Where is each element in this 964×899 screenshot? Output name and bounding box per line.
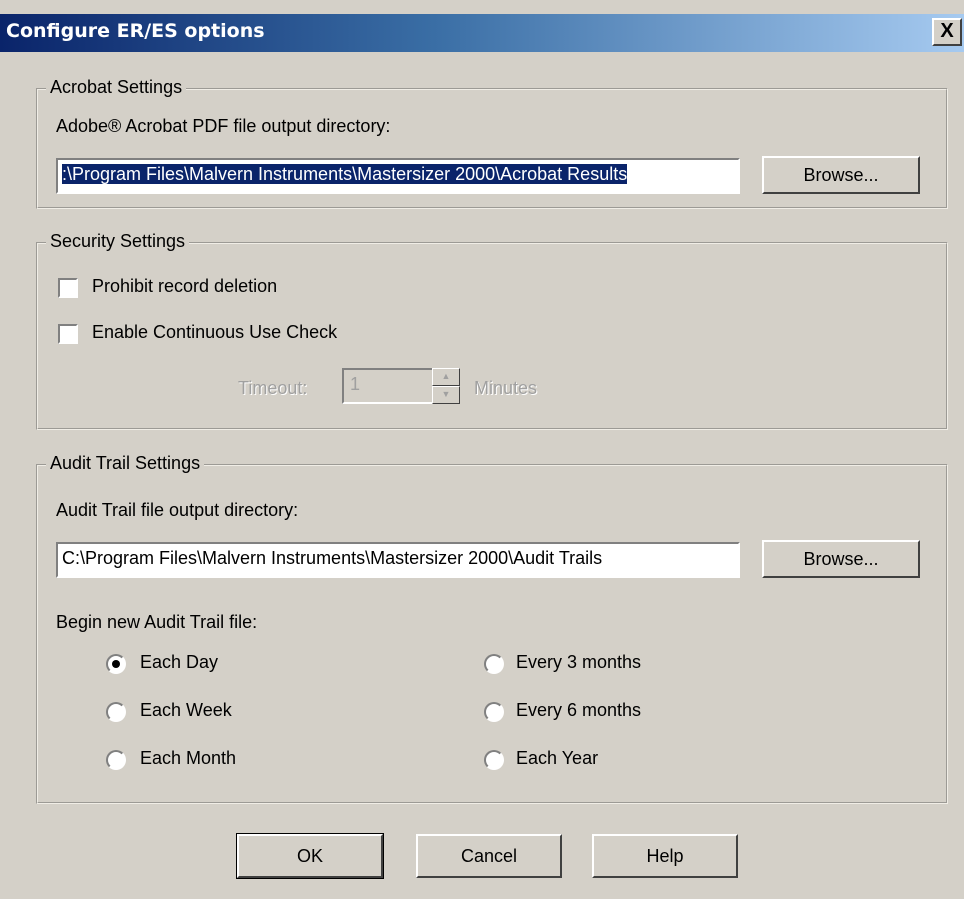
ok-button[interactable]: OK xyxy=(236,833,384,879)
audit-settings-group: Audit Trail Settings Audit Trail file ou… xyxy=(36,453,948,804)
radio-every-6-months[interactable] xyxy=(484,702,504,722)
radio-each-month-label: Each Month xyxy=(140,748,237,768)
radio-each-year-label: Each Year xyxy=(516,748,599,768)
radio-each-week[interactable] xyxy=(106,702,126,722)
timeout-input[interactable]: 1 xyxy=(342,368,434,404)
audit-dir-input[interactable]: C:\Program Files\Malvern Instruments\Mas… xyxy=(56,542,740,578)
cancel-button[interactable]: Cancel xyxy=(416,834,562,878)
continuous-use-label: Enable Continuous Use Check xyxy=(92,322,338,342)
continuous-use-checkbox[interactable] xyxy=(58,324,78,344)
timeout-label: Timeout: xyxy=(238,378,308,398)
security-settings-legend: Security Settings xyxy=(46,231,190,252)
audit-browse-button[interactable]: Browse... xyxy=(762,540,920,578)
window-title: Configure ER/ES options xyxy=(6,20,265,42)
acrobat-dir-value: :\Program Files\Malvern Instruments\Mast… xyxy=(62,164,628,184)
timeout-value: 1 xyxy=(350,374,361,394)
minutes-label: Minutes xyxy=(474,378,538,398)
radio-each-day[interactable] xyxy=(106,654,126,674)
radio-every-3-months[interactable] xyxy=(484,654,504,674)
radio-each-day-label: Each Day xyxy=(140,652,219,672)
prohibit-deletion-label: Prohibit record deletion xyxy=(92,276,278,296)
radio-every-6-months-label: Every 6 months xyxy=(516,700,642,720)
spin-up-icon[interactable]: ▲ xyxy=(432,368,460,386)
acrobat-dir-label: Adobe® Acrobat PDF file output directory… xyxy=(56,116,391,136)
radio-every-3-months-label: Every 3 months xyxy=(516,652,642,672)
acrobat-settings-group: Acrobat Settings Adobe® Acrobat PDF file… xyxy=(36,77,948,209)
audit-dir-value: C:\Program Files\Malvern Instruments\Mas… xyxy=(62,548,603,568)
radio-each-month[interactable] xyxy=(106,750,126,770)
spin-down-icon[interactable]: ▼ xyxy=(432,386,460,404)
audit-dir-label: Audit Trail file output directory: xyxy=(56,500,299,520)
audit-settings-legend: Audit Trail Settings xyxy=(46,453,205,474)
security-settings-group: Security Settings Prohibit record deleti… xyxy=(36,231,948,430)
acrobat-dir-input[interactable]: :\Program Files\Malvern Instruments\Mast… xyxy=(56,158,740,194)
acrobat-settings-legend: Acrobat Settings xyxy=(46,77,187,98)
close-icon[interactable]: X xyxy=(932,18,962,46)
configure-dialog: Configure ER/ES options X Acrobat Settin… xyxy=(0,0,964,899)
title-bar[interactable]: Configure ER/ES options X xyxy=(0,14,964,52)
radio-each-week-label: Each Week xyxy=(140,700,232,720)
radio-each-year[interactable] xyxy=(484,750,504,770)
help-button[interactable]: Help xyxy=(592,834,738,878)
prohibit-deletion-checkbox[interactable] xyxy=(58,278,78,298)
begin-new-label: Begin new Audit Trail file: xyxy=(56,612,258,632)
acrobat-browse-button[interactable]: Browse... xyxy=(762,156,920,194)
